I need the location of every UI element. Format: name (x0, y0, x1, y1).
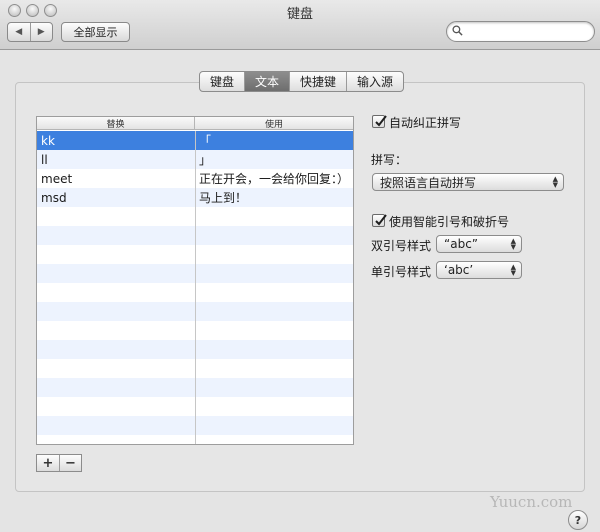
column-header-replace[interactable]: 替换 (37, 117, 195, 130)
tab-shortcuts[interactable]: 快捷键 (289, 72, 346, 91)
spelling-popup[interactable]: 按照语言自动拼写 ▲ ▼ (372, 173, 564, 191)
replace-cell[interactable]: msd (37, 188, 195, 207)
with-cell[interactable]: 」 (195, 150, 353, 169)
text-replacement-table[interactable]: 替换 使用 kk 「ll」 meet 正在开会，一会给你回复：） msd 马上到！ (36, 116, 354, 445)
remove-button[interactable]: − (59, 455, 81, 471)
replace-cell[interactable]: meet (37, 169, 195, 188)
replace-cell[interactable]: ll (37, 150, 195, 169)
spelling-value: 按照语言自动拼写 (380, 175, 477, 190)
column-divider (195, 131, 196, 444)
help-button[interactable]: ? (568, 510, 588, 530)
title-bar: 键盘 ◀ ▶ 全部显示 (0, 0, 600, 50)
smart-quotes-label[interactable]: 使用智能引号和破折号 (389, 213, 509, 230)
single-quote-value: ‘abc’ (444, 263, 474, 277)
popup-arrows-icon: ▲ ▼ (510, 263, 516, 277)
tab-input-sources[interactable]: 输入源 (346, 72, 403, 91)
add-button[interactable]: + (37, 455, 59, 471)
popup-arrows-icon: ▲ ▼ (510, 237, 516, 251)
single-quote-label: 单引号样式 (371, 265, 432, 279)
watermark: Yuucn.com (490, 493, 573, 511)
add-remove-group: + − (36, 454, 82, 472)
back-forward-group: ◀ ▶ (7, 22, 53, 42)
with-cell[interactable]: 「 (195, 131, 353, 150)
checkmark-icon (375, 214, 387, 226)
tab-bar: 键盘 文本 快捷键 输入源 (199, 71, 405, 92)
tab-text[interactable]: 文本 (244, 72, 290, 91)
back-arrow-icon[interactable]: ◀ (8, 23, 30, 41)
show-all-button[interactable]: 全部显示 (61, 22, 130, 42)
with-cell[interactable]: 马上到！ (195, 188, 353, 207)
smart-quotes-checkbox[interactable] (372, 214, 387, 227)
auto-correct-label[interactable]: 自动纠正拼写 (389, 114, 461, 131)
double-quote-label: 双引号样式 (371, 239, 432, 253)
search-icon (452, 25, 463, 36)
auto-correct-checkbox[interactable] (372, 115, 387, 128)
spelling-label: 拼写： (371, 153, 408, 167)
search-input[interactable] (467, 24, 587, 39)
window-title: 键盘 (286, 7, 313, 22)
search-field[interactable] (446, 21, 595, 42)
column-header-with[interactable]: 使用 (195, 117, 353, 130)
tab-keyboard[interactable]: 键盘 (200, 72, 244, 91)
double-quote-value: “abc” (444, 237, 479, 251)
double-quote-popup[interactable]: “abc” ▲ ▼ (436, 235, 522, 253)
with-cell[interactable]: 正在开会，一会给你回复：） (195, 169, 353, 188)
replace-cell[interactable]: kk (37, 131, 195, 150)
popup-arrows-icon: ▲ ▼ (552, 175, 558, 189)
table-header: 替换 使用 (37, 117, 353, 130)
forward-arrow-icon[interactable]: ▶ (29, 23, 53, 41)
single-quote-popup[interactable]: ‘abc’ ▲ ▼ (436, 261, 522, 279)
checkmark-icon (375, 115, 387, 127)
